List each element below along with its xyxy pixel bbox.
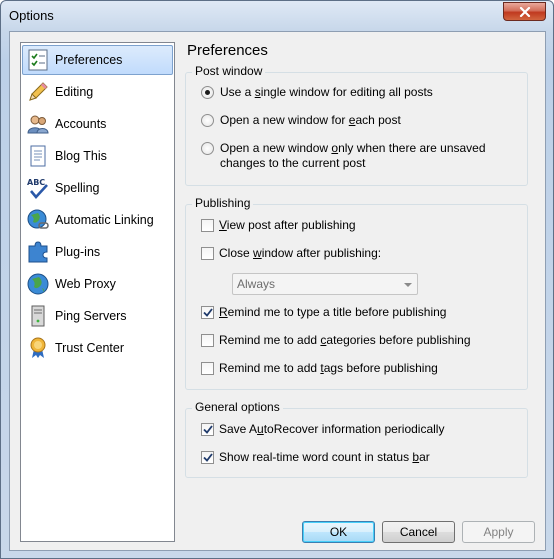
dropdown-value: Always <box>237 277 276 291</box>
radio-single-window[interactable]: Use a single window for editing all post… <box>201 85 433 100</box>
sidebar-item-editing[interactable]: Editing <box>22 77 173 107</box>
group-label: General options <box>192 400 283 414</box>
general-options-group: General options Save AutoRecover informa… <box>185 400 528 478</box>
sidebar-item-ping-servers[interactable]: Ping Servers <box>22 301 173 331</box>
radio-new-window-each-post[interactable]: Open a new window for each post <box>201 113 401 128</box>
option-label: Open a new window only when there are un… <box>220 141 486 170</box>
group-label: Publishing <box>192 196 254 210</box>
pencil-icon <box>29 82 48 101</box>
dialog-client-area: Preferences Editing Accounts Blog This A… <box>9 31 546 551</box>
checkbox-autorecover[interactable]: Save AutoRecover information periodicall… <box>201 422 444 437</box>
globe-icon <box>27 273 49 295</box>
sidebar-item-label: Blog This <box>55 149 107 163</box>
checkbox[interactable] <box>201 423 214 436</box>
checkbox[interactable] <box>201 306 214 319</box>
checkmark-icon <box>202 308 213 317</box>
title-bar[interactable]: Options <box>1 1 553 31</box>
group-label: Post window <box>192 64 266 78</box>
sidebar-item-spelling[interactable]: ABC Spelling <box>22 173 173 203</box>
apply-button[interactable]: Apply <box>462 521 535 543</box>
option-label: View post after publishing <box>219 218 356 232</box>
sidebar-item-plug-ins[interactable]: Plug-ins <box>22 237 173 267</box>
checkmark-icon <box>202 453 213 462</box>
sidebar-item-blog-this[interactable]: Blog This <box>22 141 173 171</box>
radio-button[interactable] <box>201 142 214 155</box>
puzzle-icon <box>28 241 48 263</box>
checkbox[interactable] <box>201 247 214 260</box>
sidebar-item-preferences[interactable]: Preferences <box>22 45 173 75</box>
checkbox-word-count[interactable]: Show real-time word count in status bar <box>201 450 430 465</box>
sidebar-item-web-proxy[interactable]: Web Proxy <box>22 269 173 299</box>
radio-button[interactable] <box>201 86 214 99</box>
option-label: Close window after publishing: <box>219 246 382 260</box>
option-label: Use a single window for editing all post… <box>220 85 433 99</box>
sidebar-item-automatic-linking[interactable]: Automatic Linking <box>22 205 173 235</box>
option-label: Open a new window for each post <box>220 113 401 127</box>
checkbox[interactable] <box>201 362 214 375</box>
sidebar-item-label: Web Proxy <box>55 277 116 291</box>
sidebar-item-label: Trust Center <box>55 341 125 355</box>
users-icon <box>27 115 49 134</box>
server-tower-icon <box>31 305 45 327</box>
checkbox-remind-title[interactable]: Remind me to type a title before publish… <box>201 305 446 320</box>
cancel-button[interactable]: Cancel <box>382 521 455 543</box>
checkbox-close-window[interactable]: Close window after publishing: <box>201 246 381 261</box>
sidebar-item-label: Accounts <box>55 117 107 131</box>
checkbox-remind-tags[interactable]: Remind me to add tags before publishing <box>201 361 438 376</box>
svg-text:ABC: ABC <box>27 178 45 187</box>
abc-check-icon: ABC <box>27 178 48 199</box>
sidebar-category-list: Preferences Editing Accounts Blog This A… <box>20 42 175 542</box>
document-icon <box>30 145 46 167</box>
option-label: Save AutoRecover information periodicall… <box>219 422 445 436</box>
globe-link-icon <box>27 209 49 229</box>
sidebar-item-label: Spelling <box>55 181 100 195</box>
checkbox[interactable] <box>201 219 214 232</box>
sidebar-item-label: Plug-ins <box>55 245 101 259</box>
close-button[interactable] <box>503 2 546 21</box>
option-label: Remind me to add tags before publishing <box>219 361 438 375</box>
checkbox[interactable] <box>201 451 214 464</box>
sidebar-item-trust-center[interactable]: Trust Center <box>22 333 173 363</box>
chevron-down-icon <box>404 283 412 287</box>
preferences-checklist-icon <box>28 49 48 71</box>
checkmark-icon <box>202 425 213 434</box>
close-icon <box>519 6 530 17</box>
post-window-group: Post window Use a single window for edit… <box>185 64 528 186</box>
checkbox[interactable] <box>201 334 214 347</box>
radio-new-window-unsaved[interactable]: Open a new window only when there are un… <box>201 141 486 171</box>
checkbox-remind-categories[interactable]: Remind me to add categories before publi… <box>201 333 471 348</box>
option-label: Show real-time word count in status bar <box>219 450 430 464</box>
sidebar-item-label: Editing <box>55 85 94 99</box>
publishing-group: Publishing View post after publishing Cl… <box>185 196 528 390</box>
checkbox-view-post[interactable]: View post after publishing <box>201 218 356 233</box>
option-label: Remind me to type a title before publish… <box>219 305 447 319</box>
close-window-dropdown[interactable]: Always <box>232 273 418 295</box>
ribbon-award-icon <box>30 337 46 358</box>
option-label: Remind me to add categories before publi… <box>219 333 471 347</box>
window-title: Options <box>9 8 54 23</box>
sidebar-item-accounts[interactable]: Accounts <box>22 109 173 139</box>
ok-button[interactable]: OK <box>302 521 375 543</box>
radio-button[interactable] <box>201 114 214 127</box>
sidebar-item-label: Ping Servers <box>55 309 127 323</box>
sidebar-item-label: Automatic Linking <box>55 213 154 227</box>
options-dialog: Options Preferences Editing Accounts Blo… <box>0 0 554 559</box>
sidebar-item-label: Preferences <box>55 53 123 67</box>
page-title: Preferences <box>187 42 268 59</box>
